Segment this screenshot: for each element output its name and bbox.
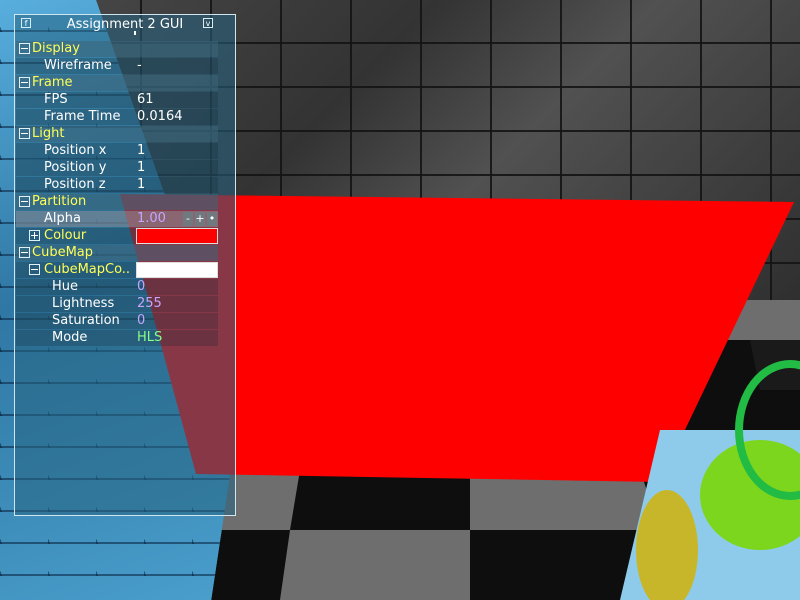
group-label: Partition — [32, 194, 87, 209]
group-label: Display — [32, 41, 80, 56]
group-partition[interactable]: Partition — [16, 194, 218, 210]
gui-title-bar[interactable]: Assignment 2 GUI — [15, 15, 235, 35]
var-label: Wireframe — [44, 58, 112, 73]
font-size-icon[interactable]: f — [21, 18, 31, 28]
var-mode[interactable]: Mode HLS — [16, 330, 218, 346]
frame-time-value: 0.0164 — [137, 109, 183, 124]
var-label: Alpha — [44, 211, 81, 226]
collapse-icon[interactable] — [19, 43, 30, 54]
cubemap-colour-swatch[interactable] — [136, 262, 218, 278]
var-label: Lightness — [52, 296, 115, 311]
var-wireframe[interactable]: Wireframe - — [16, 58, 218, 74]
saturation-value[interactable]: 0 — [137, 313, 145, 329]
var-label: Colour — [44, 228, 87, 243]
group-label: CubeMap — [32, 245, 94, 260]
minimize-icon[interactable]: v — [203, 18, 213, 28]
var-label: Frame Time — [44, 109, 121, 124]
var-label: Position z — [44, 177, 106, 192]
var-colour[interactable]: Colour — [16, 228, 218, 244]
collapse-icon[interactable] — [19, 128, 30, 139]
wireframe-value[interactable]: - — [137, 58, 142, 74]
collapse-icon[interactable] — [19, 196, 30, 207]
partition-colour-swatch[interactable] — [136, 228, 218, 244]
var-label: Saturation — [52, 313, 120, 328]
var-saturation[interactable]: Saturation 0 — [16, 313, 218, 329]
collapse-icon[interactable] — [19, 247, 30, 258]
title-bar-handle-icon[interactable] — [134, 31, 136, 35]
var-label: Position y — [44, 160, 107, 175]
var-label: FPS — [44, 92, 68, 107]
rotation-menu-button[interactable]: • — [207, 212, 217, 226]
position-x-value[interactable]: 1 — [137, 143, 145, 159]
var-label: Mode — [52, 330, 88, 345]
increment-button[interactable]: + — [195, 212, 205, 226]
group-light[interactable]: Light — [16, 126, 218, 142]
collapse-icon[interactable] — [19, 77, 30, 88]
var-fps: FPS 61 — [16, 92, 218, 108]
collapse-icon[interactable] — [29, 264, 40, 275]
var-frame-time: Frame Time 0.0164 — [16, 109, 218, 125]
smiley-face-texture — [636, 490, 698, 600]
decrement-button[interactable]: - — [183, 212, 193, 226]
var-label: Hue — [52, 279, 79, 294]
group-label: Light — [32, 126, 65, 141]
group-frame[interactable]: Frame — [16, 75, 218, 91]
group-cubemap[interactable]: CubeMap — [16, 245, 218, 261]
var-position-x[interactable]: Position x 1 — [16, 143, 218, 159]
var-label: CubeMapCo.. — [44, 262, 131, 277]
lightness-value[interactable]: 255 — [137, 296, 162, 312]
var-cubemap-colour[interactable]: CubeMapCo.. — [16, 262, 218, 278]
group-display[interactable]: Display — [16, 41, 218, 57]
var-label: Position x — [44, 143, 107, 158]
position-z-value[interactable]: 1 — [137, 177, 145, 193]
hue-value[interactable]: 0 — [137, 279, 145, 295]
var-alpha[interactable]: Alpha 1.00 - + • — [16, 211, 218, 227]
var-position-z[interactable]: Position z 1 — [16, 177, 218, 193]
alpha-value[interactable]: 1.00 — [137, 211, 166, 227]
expand-icon[interactable] — [29, 230, 40, 241]
group-label: Frame — [32, 75, 73, 90]
gui-panel[interactable]: Assignment 2 GUI f v Display Wireframe -… — [14, 14, 236, 516]
var-hue[interactable]: Hue 0 — [16, 279, 218, 295]
gui-title: Assignment 2 GUI — [66, 17, 184, 32]
var-lightness[interactable]: Lightness 255 — [16, 296, 218, 312]
position-y-value[interactable]: 1 — [137, 160, 145, 176]
var-position-y[interactable]: Position y 1 — [16, 160, 218, 176]
fps-value: 61 — [137, 92, 154, 107]
mode-value[interactable]: HLS — [137, 330, 162, 346]
